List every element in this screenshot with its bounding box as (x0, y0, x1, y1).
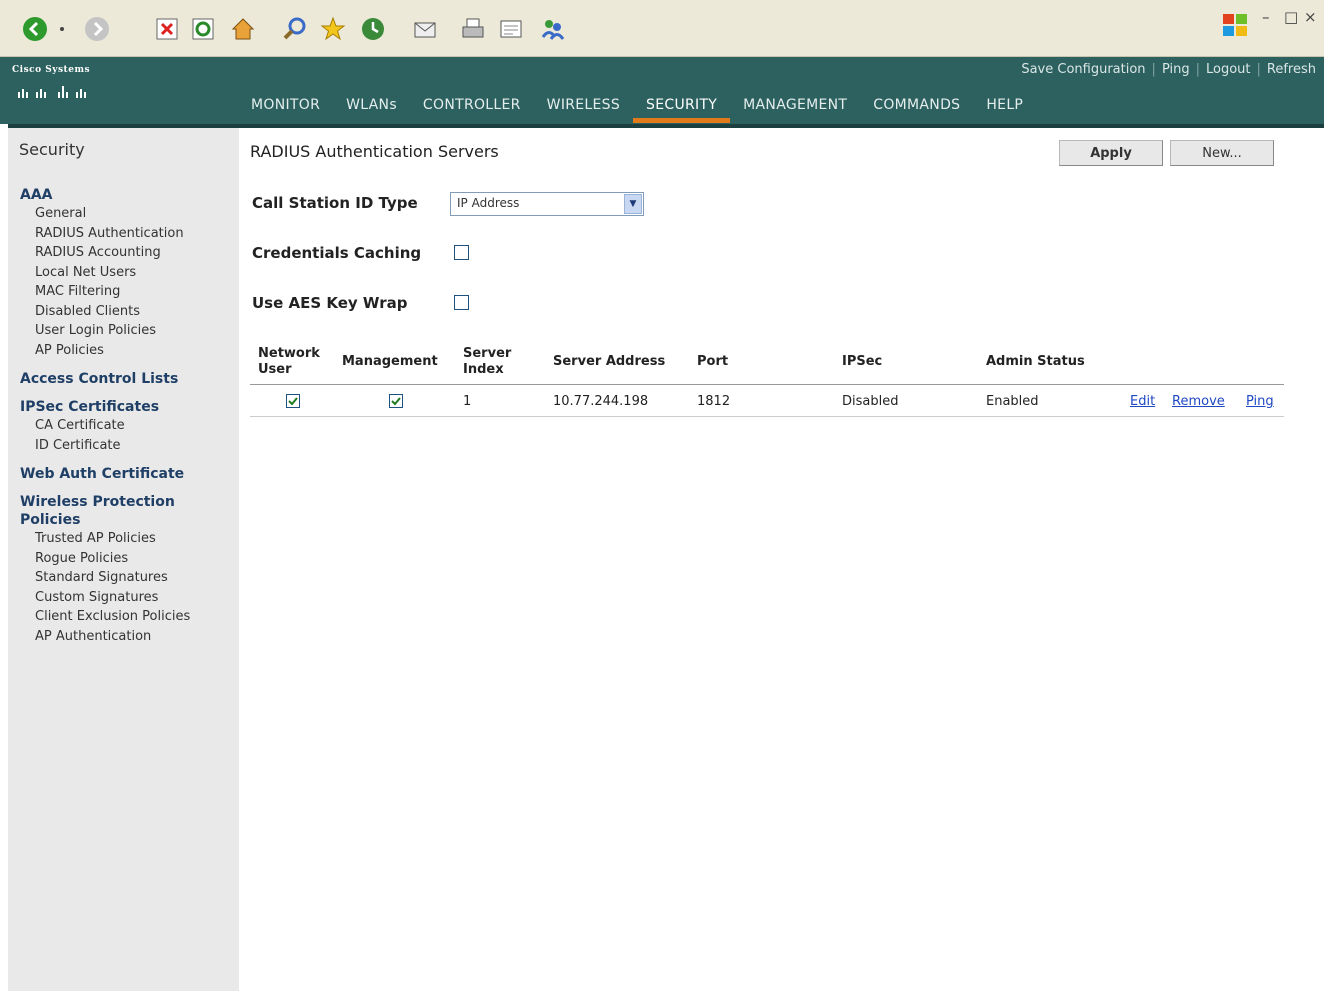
logout-link[interactable]: Logout (1206, 62, 1251, 77)
refresh-icon[interactable] (186, 12, 220, 46)
col-management: Management (342, 354, 438, 369)
use-aes-key-wrap-label: Use AES Key Wrap (252, 294, 408, 312)
nav-controller[interactable]: CONTROLLER (410, 95, 534, 123)
edit-icon[interactable] (494, 12, 528, 46)
messenger-icon[interactable] (536, 12, 570, 46)
nav-wlans[interactable]: WLANs (333, 95, 410, 123)
sidebar-item-standard-signatures[interactable]: Standard Signatures (20, 568, 235, 588)
col-network-user: Network User (258, 346, 320, 377)
sidebar-item-ca-certificate[interactable]: CA Certificate (20, 416, 235, 436)
mail-icon[interactable] (408, 12, 442, 46)
admin-status-value: Enabled (986, 394, 1039, 409)
nav-monitor[interactable]: MONITOR (238, 95, 333, 123)
sidebar-item-id-certificate[interactable]: ID Certificate (20, 436, 235, 456)
restore-icon[interactable]: □ (1284, 8, 1298, 26)
main-content: RADIUS Authentication Servers Apply New.… (248, 128, 1308, 628)
favorites-icon[interactable] (316, 12, 350, 46)
credentials-caching-checkbox[interactable] (454, 245, 469, 260)
sidebar-group-ipsec-certificates[interactable]: IPSec Certificates (20, 398, 235, 416)
chevron-down-icon[interactable]: ▼ (624, 194, 642, 214)
ping-action-link[interactable]: Ping (1246, 394, 1274, 409)
save-configuration-link[interactable]: Save Configuration (1021, 62, 1145, 77)
search-icon[interactable] (278, 12, 312, 46)
sidebar-item-custom-signatures[interactable]: Custom Signatures (20, 588, 235, 608)
server-address-value: 10.77.244.198 (553, 394, 649, 409)
back-dropdown-icon[interactable] (52, 12, 72, 46)
sidebar-group-aaa[interactable]: AAA (20, 186, 235, 204)
sidebar-item-client-exclusion-policies[interactable]: Client Exclusion Policies (20, 607, 235, 627)
sidebar-item-general[interactable]: General (20, 204, 235, 224)
sidebar-item-ap-authentication[interactable]: AP Authentication (20, 627, 235, 647)
sidebar-item-ap-policies[interactable]: AP Policies (20, 341, 235, 361)
table-header-rule (250, 384, 1284, 385)
nav-management[interactable]: MANAGEMENT (730, 95, 860, 123)
call-station-id-type-select[interactable]: IP Address ▼ (450, 192, 644, 216)
col-admin-status: Admin Status (986, 354, 1085, 369)
brand-name: Cisco Systems (12, 65, 91, 75)
sidebar-group-wireless-protection-policies[interactable]: Wireless Protection Policies (20, 493, 235, 529)
col-server-index: Server Index (463, 346, 512, 377)
sidebar-group-web-auth-certificate[interactable]: Web Auth Certificate (20, 465, 235, 483)
main-nav: MONITOR WLANs CONTROLLER WIRELESS SECURI… (238, 95, 1036, 123)
col-ipsec: IPSec (842, 354, 883, 369)
sidebar-item-radius-authentication[interactable]: RADIUS Authentication (20, 224, 235, 244)
sidebar-menu: AAA General RADIUS Authentication RADIUS… (20, 186, 235, 646)
col-server-address: Server Address (553, 354, 666, 369)
windows-logo-icon (1218, 8, 1252, 42)
new-button[interactable]: New... (1170, 140, 1274, 166)
refresh-link[interactable]: Refresh (1267, 62, 1316, 77)
back-icon[interactable] (18, 12, 52, 46)
ping-link[interactable]: Ping (1162, 62, 1190, 77)
browser-toolbar: – □ × (0, 0, 1324, 57)
network-user-checkbox[interactable] (286, 394, 300, 408)
minimize-icon[interactable]: – (1262, 8, 1270, 26)
utility-links: Save Configuration | Ping | Logout | Refresh (1021, 62, 1316, 77)
stop-icon[interactable] (150, 12, 184, 46)
sidebar-group-access-control-lists[interactable]: Access Control Lists (20, 370, 235, 388)
app-header: Cisco Systems Save Configuration | Ping | Lo… (0, 57, 1324, 124)
sidebar-item-rogue-policies[interactable]: Rogue Policies (20, 549, 235, 569)
management-checkbox[interactable] (389, 394, 403, 408)
print-icon[interactable] (456, 12, 490, 46)
col-port: Port (697, 354, 729, 369)
sidebar-item-disabled-clients[interactable]: Disabled Clients (20, 302, 235, 322)
home-icon[interactable] (226, 12, 260, 46)
nav-commands[interactable]: COMMANDS (860, 95, 973, 123)
sidebar-item-mac-filtering[interactable]: MAC Filtering (20, 282, 235, 302)
credentials-caching-label: Credentials Caching (252, 244, 422, 262)
cisco-logo-icon (16, 83, 96, 102)
nav-security[interactable]: SECURITY (633, 95, 731, 123)
sidebar: Security AAA General RADIUS Authenticati… (8, 128, 239, 991)
edit-link[interactable]: Edit (1130, 394, 1155, 409)
history-icon[interactable] (356, 12, 390, 46)
apply-button[interactable]: Apply (1059, 140, 1163, 166)
table-row-rule (250, 416, 1284, 417)
sidebar-title: Security (19, 140, 85, 159)
port-value: 1812 (697, 394, 731, 409)
nav-wireless[interactable]: WIRELESS (534, 95, 633, 123)
call-station-id-type-label: Call Station ID Type (252, 194, 418, 212)
sidebar-item-trusted-ap-policies[interactable]: Trusted AP Policies (20, 529, 235, 549)
page-title: RADIUS Authentication Servers (250, 142, 499, 161)
server-index-value: 1 (463, 394, 472, 409)
nav-help[interactable]: HELP (973, 95, 1036, 123)
remove-link[interactable]: Remove (1172, 394, 1225, 409)
ipsec-value: Disabled (842, 394, 899, 409)
forward-icon[interactable] (80, 12, 114, 46)
use-aes-key-wrap-checkbox[interactable] (454, 295, 469, 310)
sidebar-item-user-login-policies[interactable]: User Login Policies (20, 321, 235, 341)
sidebar-item-radius-accounting[interactable]: RADIUS Accounting (20, 243, 235, 263)
call-station-id-type-value: IP Address (457, 196, 520, 210)
close-icon[interactable]: × (1304, 8, 1317, 26)
sidebar-item-local-net-users[interactable]: Local Net Users (20, 263, 235, 283)
